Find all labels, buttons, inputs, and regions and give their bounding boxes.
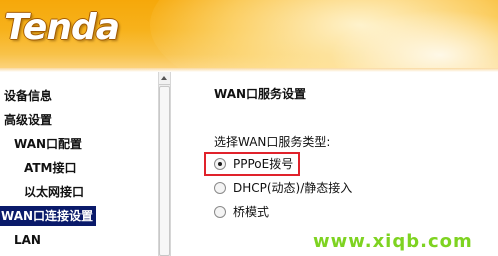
sidebar-item-lan[interactable]: LAN [14, 230, 41, 250]
sidebar-menu: 设备信息 高级设置 WAN口配置 ATM接口 以太网接口 WAN口连接设置 LA… [0, 72, 158, 256]
main-content: WAN口服务设置 选择WAN口服务类型: PPPoE拨号 DHCP(动态)/静态… [172, 72, 498, 256]
tenda-logo: Tenda [4, 7, 120, 48]
scroll-up-arrow-icon[interactable] [159, 72, 170, 85]
sidebar-item-atm-interface[interactable]: ATM接口 [24, 158, 76, 178]
scrollbar-thumb[interactable] [159, 86, 170, 256]
sidebar-item-wan-connection-settings[interactable]: WAN口连接设置 [0, 206, 97, 226]
page-title: WAN口服务设置 [214, 87, 307, 101]
option-pppoe[interactable]: PPPoE拨号 [214, 155, 293, 173]
radio-checked-icon[interactable] [214, 158, 226, 170]
option-bridge[interactable]: 桥模式 [214, 203, 269, 221]
sidebar-scrollbar[interactable] [158, 72, 171, 256]
radio-unchecked-icon[interactable] [214, 206, 226, 218]
sidebar-item-advanced-settings[interactable]: 高级设置 [4, 110, 52, 130]
option-dhcp-static-label: DHCP(动态)/静态接入 [233, 181, 353, 195]
sidebar-item-wan-config[interactable]: WAN口配置 [14, 134, 82, 154]
option-pppoe-label: PPPoE拨号 [233, 157, 294, 171]
radio-unchecked-icon[interactable] [214, 182, 226, 194]
option-dhcp-static[interactable]: DHCP(动态)/静态接入 [214, 179, 352, 197]
sidebar-item-device-info[interactable]: 设备信息 [4, 86, 52, 106]
service-type-label: 选择WAN口服务类型: [214, 135, 331, 149]
header-banner: Tenda [0, 0, 498, 68]
option-bridge-label: 桥模式 [233, 205, 270, 219]
watermark-text: www.xiqb.com [313, 231, 473, 252]
sidebar-item-ethernet-interface[interactable]: 以太网接口 [24, 182, 84, 202]
